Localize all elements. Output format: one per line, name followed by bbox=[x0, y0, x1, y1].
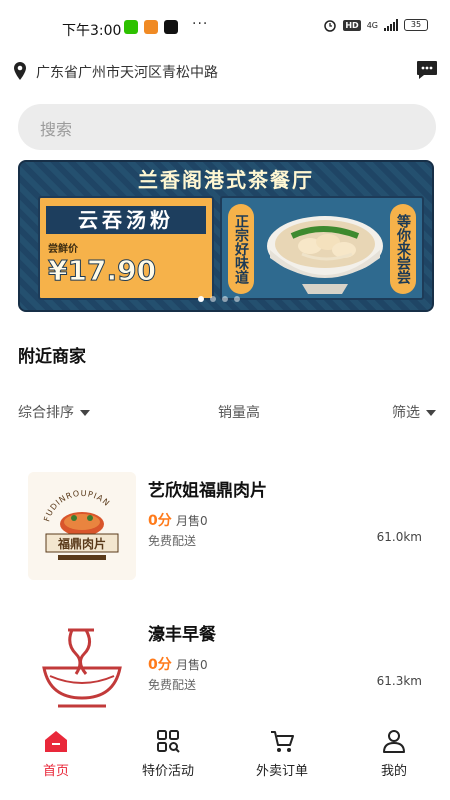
search-input[interactable]: 搜索 bbox=[40, 116, 72, 140]
merchant-score: 0分 bbox=[148, 513, 172, 529]
banner-title: 兰香阁港式茶餐厅 bbox=[138, 168, 314, 192]
banner-price: ¥17.90 bbox=[47, 254, 157, 288]
tab-label: 我的 bbox=[380, 764, 407, 779]
search-bar[interactable]: 搜索 bbox=[18, 104, 436, 150]
noodle-bowl-logo bbox=[28, 616, 136, 724]
tab-profile[interactable]: 我的 bbox=[338, 728, 450, 788]
merchant-name: 艺欣姐福鼎肉片 bbox=[148, 481, 267, 501]
noodle-bowl-image bbox=[267, 216, 383, 294]
banner-title-bar: 兰香阁港式茶餐厅 bbox=[20, 164, 432, 192]
home-icon bbox=[45, 731, 67, 752]
location-address: 广东省广州市天河区青松中路 bbox=[36, 65, 218, 81]
tab-specials[interactable]: 特价活动 bbox=[112, 728, 224, 788]
tab-orders[interactable]: 外卖订单 bbox=[226, 728, 338, 788]
bottom-tab-bar: 首页 特价活动 外卖订单 我的 bbox=[0, 722, 450, 800]
banner-image-panel: 正宗好味道 等你来尝尝 bbox=[220, 196, 424, 300]
merchant-distance: 61.0km bbox=[376, 530, 422, 544]
filter-dropdown[interactable]: 筛选 bbox=[392, 402, 436, 422]
banner-slogan-right: 等你来尝尝 bbox=[390, 204, 416, 294]
alarm-icon bbox=[324, 20, 337, 32]
merchant-delivery: 免费配送 bbox=[148, 534, 197, 548]
merchant-monthly-sales: 月售0 bbox=[176, 514, 208, 528]
merchant-delivery: 免费配送 bbox=[148, 678, 197, 692]
banner-page-dot[interactable] bbox=[234, 296, 240, 302]
tab-home[interactable]: 首页 bbox=[0, 728, 112, 788]
tab-label: 特价活动 bbox=[141, 764, 194, 779]
user-icon bbox=[383, 730, 405, 753]
message-icon[interactable] bbox=[416, 60, 438, 80]
merchant-distance: 61.3km bbox=[376, 674, 422, 688]
merchant-card[interactable]: 濠丰早餐 0分 月售0 免费配送 61.3km bbox=[18, 610, 436, 730]
wechat-icon bbox=[124, 20, 138, 34]
banner-slogan-left: 正宗好味道 bbox=[228, 204, 254, 294]
banner-page-dot[interactable] bbox=[210, 296, 216, 302]
sort-dropdown[interactable]: 综合排序 bbox=[18, 402, 90, 422]
banner-page-dot[interactable] bbox=[198, 296, 204, 302]
chevron-down-icon bbox=[80, 410, 90, 416]
banner-dish-name: 云吞汤粉 bbox=[46, 206, 206, 234]
network-type: 4G bbox=[366, 20, 378, 30]
section-title: 附近商家 bbox=[18, 347, 86, 367]
grid-search-icon bbox=[157, 730, 180, 753]
location-pin-icon bbox=[14, 62, 26, 80]
status-bar: 下午3:00 ··· HD 4G 35 bbox=[0, 0, 450, 56]
promo-banner[interactable]: 兰香阁港式茶餐厅 云吞汤粉 尝鲜价 ¥17.90 正宗好味道 等你来尝尝 bbox=[18, 160, 434, 312]
merchant-name: 濠丰早餐 bbox=[148, 625, 216, 645]
filter-label: 筛选 bbox=[392, 405, 420, 421]
merchant-logo: FUDINROUPIAN 福鼎肉片 bbox=[28, 472, 136, 580]
fuding-meat-logo: FUDINROUPIAN 福鼎肉片 bbox=[28, 472, 136, 580]
banner-price-card: 云吞汤粉 尝鲜价 ¥17.90 bbox=[38, 196, 214, 300]
cart-icon bbox=[271, 731, 294, 752]
tab-label: 外卖订单 bbox=[255, 764, 308, 779]
signal-icon bbox=[384, 19, 398, 31]
battery-icon: 35 bbox=[404, 19, 428, 31]
filter-row: 综合排序 销量高 筛选 bbox=[18, 402, 436, 424]
app-notification-icon bbox=[144, 20, 158, 34]
chevron-down-icon bbox=[426, 410, 436, 416]
hd-badge: HD bbox=[343, 19, 361, 31]
merchant-monthly-sales: 月售0 bbox=[176, 658, 208, 672]
merchant-logo bbox=[28, 616, 136, 724]
tiktok-icon bbox=[164, 20, 178, 34]
tab-label: 首页 bbox=[42, 764, 69, 779]
sort-by-sales[interactable]: 销量高 bbox=[218, 402, 260, 422]
merchant-card[interactable]: FUDINROUPIAN 福鼎肉片 艺欣姐福鼎肉片 0分 月售0 免费配送 61… bbox=[18, 466, 436, 586]
location-row[interactable]: 广东省广州市天河区青松中路 bbox=[14, 60, 440, 84]
status-time: 下午3:00 bbox=[62, 23, 122, 39]
banner-pagination bbox=[198, 296, 240, 302]
merchant-score: 0分 bbox=[148, 657, 172, 673]
sort-label: 综合排序 bbox=[18, 405, 74, 421]
svg-text:福鼎肉片: 福鼎肉片 bbox=[57, 536, 106, 551]
banner-page-dot[interactable] bbox=[222, 296, 228, 302]
more-notifications-icon: ··· bbox=[192, 16, 209, 32]
status-indicators: HD 4G 35 bbox=[323, 18, 428, 32]
banner-price-label: 尝鲜价 bbox=[48, 244, 78, 255]
